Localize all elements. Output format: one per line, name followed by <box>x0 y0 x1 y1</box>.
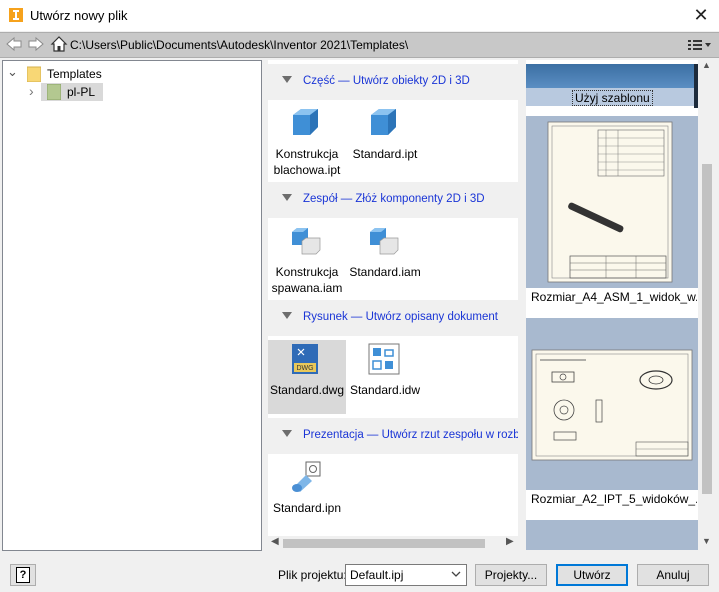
tree-item-pl-pl[interactable]: › pl-PL <box>29 83 103 103</box>
project-file-label: Plik projektu: <box>278 568 347 582</box>
thumbnail-caption: Rozmiar_A4_ASM_1_widok_w... <box>531 290 697 304</box>
title-bar: Utwórz nowy plik ✕ <box>0 0 719 31</box>
template-item[interactable]: Konstrukcja blachowa.ipt <box>268 104 346 178</box>
template-label: Standard.ipt <box>352 147 418 161</box>
collapsed-chevron-icon[interactable]: › <box>29 83 34 99</box>
use-template-label[interactable]: Użyj szablonu <box>572 90 653 106</box>
horizontal-scroll-thumb[interactable] <box>283 539 485 548</box>
template-label: Standard.iam <box>349 265 421 279</box>
presentation-icon <box>292 461 321 492</box>
vertical-scrollbar[interactable]: ▲ ▼ <box>698 60 715 550</box>
section-title: Prezentacja — Utwórz rzut zespołu w rozb… <box>303 429 518 441</box>
back-arrow-icon[interactable] <box>5 35 23 53</box>
assembly-icon <box>292 228 321 255</box>
tree-item-label: Templates <box>47 67 102 81</box>
template-preview-pane: Użyj szablonu Rozmiar_A4_ASM_1_widok_w..… <box>526 60 698 550</box>
help-button[interactable]: ? <box>10 564 36 586</box>
section-header-assembly[interactable]: Zespół — Złóż komponenty 2D i 3D <box>268 182 518 218</box>
template-thumbnail-next[interactable] <box>526 520 698 550</box>
home-icon[interactable] <box>50 35 68 53</box>
scroll-right-icon[interactable]: ▶ <box>506 536 514 547</box>
collapse-triangle-icon[interactable] <box>282 76 292 83</box>
tree-item-label: pl-PL <box>67 85 96 99</box>
inventor-app-icon <box>9 8 23 22</box>
drawing-preview-image <box>531 349 693 461</box>
template-item[interactable]: Standard.ipn <box>268 458 346 532</box>
collapse-triangle-icon[interactable] <box>282 312 292 319</box>
use-template-area[interactable]: Użyj szablonu <box>526 64 698 108</box>
template-item[interactable]: Standard.idw <box>346 340 424 414</box>
template-item[interactable]: Standard.iam <box>346 222 424 296</box>
chevron-down-icon <box>450 567 462 584</box>
template-label: Standard.idw <box>349 383 421 397</box>
section-header-drawing[interactable]: Rysunek — Utwórz opisany dokument <box>268 300 518 336</box>
drawing-preview-image <box>547 121 673 283</box>
template-thumbnail-a4[interactable] <box>526 116 698 288</box>
section-title: Zespół — Złóż komponenty 2D i 3D <box>303 193 485 205</box>
idw-icon <box>368 343 400 375</box>
thumbnail-caption: Rozmiar_A2_IPT_5_widoków_... <box>531 492 697 506</box>
window-title: Utwórz nowy plik <box>30 8 128 23</box>
template-label: Standard.ipn <box>272 501 342 515</box>
folder-icon <box>46 83 62 103</box>
template-item-selected[interactable]: DWG Standard.dwg <box>268 340 346 414</box>
expanded-chevron-icon[interactable]: ⌄ <box>7 64 18 80</box>
projects-button[interactable]: Projekty... <box>475 564 547 586</box>
forward-arrow-icon[interactable] <box>27 35 45 53</box>
section-title: Rysunek — Utwórz opisany dokument <box>303 311 498 323</box>
template-item[interactable]: Standard.ipt <box>346 104 424 178</box>
close-button[interactable]: ✕ <box>688 4 714 26</box>
collapse-triangle-icon[interactable] <box>282 430 292 437</box>
assembly-icon <box>370 228 399 255</box>
path-bar: C:\Users\Public\Documents\Autodesk\Inven… <box>0 32 719 58</box>
section-header-presentation[interactable]: Prezentacja — Utwórz rzut zespołu w rozb… <box>268 418 518 454</box>
scroll-left-icon[interactable]: ◀ <box>271 536 279 547</box>
path-display[interactable]: C:\Users\Public\Documents\Autodesk\Inven… <box>70 38 408 52</box>
part-icon <box>293 109 318 135</box>
section-title: Część — Utwórz obiekty 2D i 3D <box>303 75 470 87</box>
horizontal-scrollbar[interactable]: ◀ ▶ <box>268 536 518 550</box>
project-file-dropdown[interactable]: Default.ipj <box>345 564 467 586</box>
part-icon <box>371 109 396 135</box>
section-header-part[interactable]: Część — Utwórz obiekty 2D i 3D <box>268 64 518 100</box>
folder-tree: ⌄ Templates › pl-PL <box>2 60 262 551</box>
template-thumbnail-a2[interactable] <box>526 318 698 490</box>
template-list: Część — Utwórz obiekty 2D i 3D Konstrukc… <box>268 60 518 536</box>
scroll-down-icon[interactable]: ▼ <box>702 536 711 546</box>
vertical-scroll-thumb[interactable] <box>702 164 712 494</box>
project-file-value: Default.ipj <box>350 568 404 582</box>
template-item[interactable]: Konstrukcja spawana.iam <box>268 222 346 296</box>
dwg-icon: DWG <box>292 344 318 374</box>
help-icon: ? <box>16 567 30 583</box>
create-button[interactable]: Utwórz <box>556 564 628 586</box>
tree-item-templates[interactable]: ⌄ Templates <box>3 64 259 83</box>
scroll-up-icon[interactable]: ▲ <box>702 60 711 70</box>
cancel-button[interactable]: Anuluj <box>637 564 709 586</box>
dwg-badge-text: DWG <box>296 365 313 372</box>
collapse-triangle-icon[interactable] <box>282 194 292 201</box>
view-options-icon[interactable] <box>686 36 714 54</box>
